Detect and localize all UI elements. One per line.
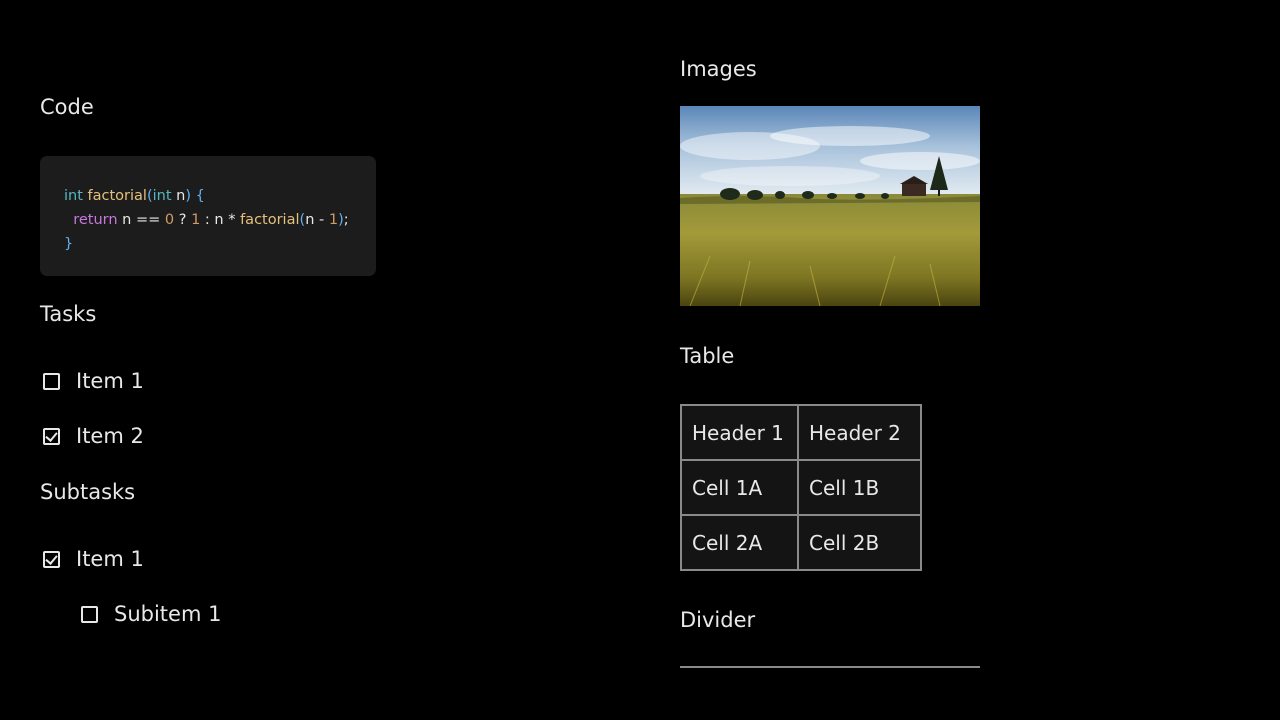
code-token: -: [319, 212, 329, 228]
code-token: }: [64, 236, 74, 252]
code-token: int: [152, 188, 177, 204]
table-section-title: Table: [680, 344, 735, 368]
data-table: Header 1 Header 2 Cell 1A Cell 1B Cell 2…: [680, 404, 922, 571]
code-token: n: [305, 212, 319, 228]
task-item-2-label: Item 2: [76, 424, 144, 448]
code-token: int: [64, 188, 88, 204]
subtasks-section-title: Subtasks: [40, 480, 136, 504]
tasks-section-title: Tasks: [40, 302, 97, 326]
code-token: ==: [135, 212, 165, 228]
table-cell: Cell 1B: [797, 459, 922, 516]
subtask-item-1[interactable]: Item 1: [43, 544, 144, 574]
code-token: n: [176, 188, 186, 204]
code-token: ?: [178, 212, 192, 228]
checkbox-subitem-1[interactable]: [81, 605, 98, 623]
checkbox-subtask-item-1[interactable]: [43, 550, 60, 568]
images-section-title: Images: [680, 57, 757, 81]
code-token: n: [214, 212, 229, 228]
checkbox-task-item-1[interactable]: [43, 372, 60, 390]
table-header-cell: Header 1: [680, 404, 799, 461]
table-cell: Cell 2A: [680, 514, 799, 571]
code-token: ) {: [185, 188, 205, 204]
code-token: *: [228, 212, 241, 228]
code-token: 0: [164, 212, 179, 228]
code-token: factorial: [240, 212, 300, 228]
table-row: Cell 2A Cell 2B: [680, 514, 922, 571]
subtask-item-1-label: Item 1: [76, 547, 144, 571]
code-block: int factorial(int n) { return n == 0 ? 1…: [40, 156, 376, 276]
landscape-image: [680, 106, 980, 306]
code-section-title: Code: [40, 95, 94, 119]
table-header-row: Header 1 Header 2: [680, 404, 922, 461]
divider-line: [680, 666, 980, 668]
table-cell: Cell 2B: [797, 514, 922, 571]
subitem-1[interactable]: Subitem 1: [81, 599, 221, 629]
code-token: return: [73, 212, 123, 228]
table-row: Cell 1A Cell 1B: [680, 459, 922, 516]
task-item-2[interactable]: Item 2: [43, 421, 144, 451]
code-token: 1: [191, 212, 205, 228]
code-line: }: [64, 232, 376, 256]
table-cell: Cell 1A: [680, 459, 799, 516]
page: Code int factorial(int n) { return n == …: [0, 0, 1280, 720]
checkbox-task-item-2[interactable]: [43, 427, 60, 445]
table-header-cell: Header 2: [797, 404, 922, 461]
task-item-1[interactable]: Item 1: [43, 366, 144, 396]
code-line: return n == 0 ? 1 : n * factorial(n - 1)…: [64, 208, 376, 232]
task-item-1-label: Item 1: [76, 369, 144, 393]
code-line: int factorial(int n) {: [64, 184, 376, 208]
code-token: factorial: [87, 188, 147, 204]
subitem-1-label: Subitem 1: [114, 602, 222, 626]
code-token: :: [204, 212, 215, 228]
code-token: 1: [328, 212, 339, 228]
code-token: ;: [343, 212, 349, 228]
divider-section-title: Divider: [680, 608, 756, 632]
code-token: n: [122, 212, 136, 228]
